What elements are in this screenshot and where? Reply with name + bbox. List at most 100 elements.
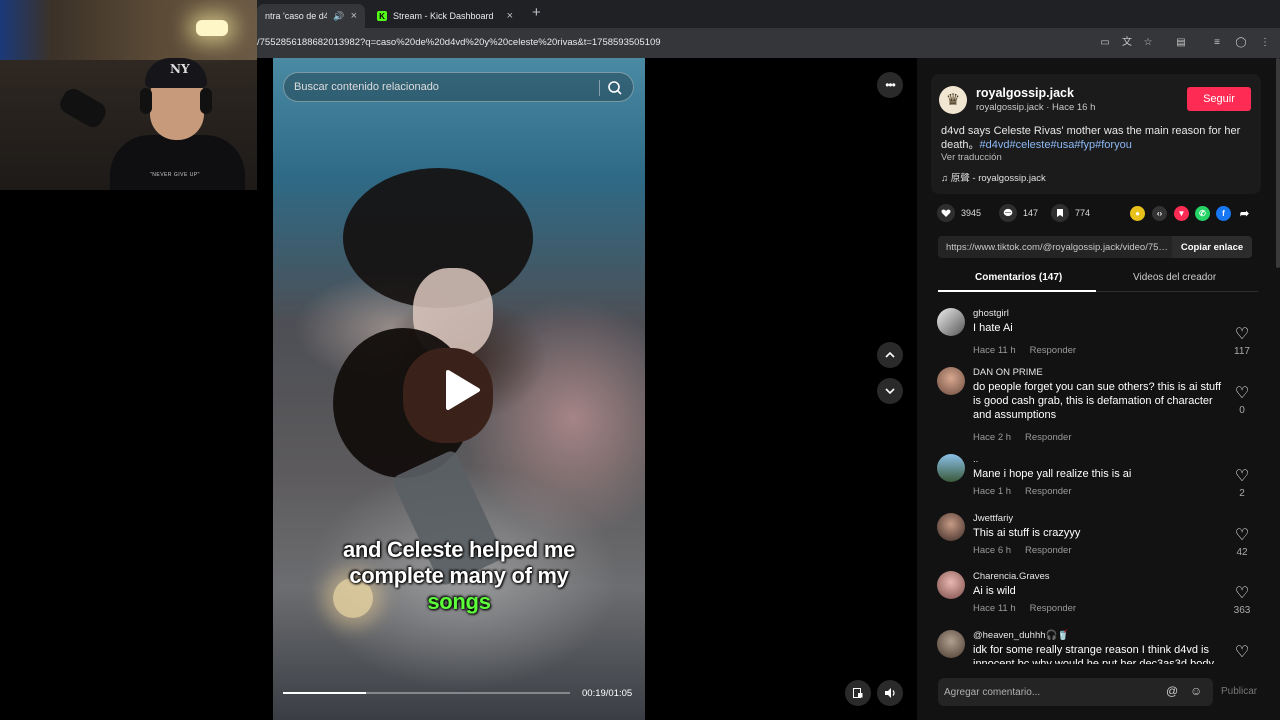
bookmark-star-icon[interactable]: ☆ xyxy=(1142,37,1154,49)
more-menu-icon[interactable]: ⋮ xyxy=(1259,37,1271,49)
progress-bar[interactable] xyxy=(283,692,570,694)
comment-like[interactable]: ♡1 xyxy=(1227,642,1257,664)
comment-time: Hace 1 h xyxy=(973,486,1012,497)
heart-outline-icon: ♡ xyxy=(1234,527,1250,544)
page-scrollbar[interactable] xyxy=(1276,58,1280,268)
search-divider xyxy=(599,80,600,96)
commenter-avatar[interactable] xyxy=(937,571,965,599)
publish-button[interactable]: Publicar xyxy=(1221,686,1257,697)
commenter-name[interactable]: Charencia.Graves xyxy=(973,571,1050,582)
search-icon[interactable] xyxy=(606,79,624,97)
comment-list: ghostgirl I hate Ai Hace 11 h Responder ♡… xyxy=(917,304,1280,664)
bookmark-icon xyxy=(1051,204,1069,222)
heart-outline-icon: ♡ xyxy=(1234,326,1250,343)
close-tab-icon[interactable]: × xyxy=(351,10,357,22)
reply-link[interactable]: Responder xyxy=(1025,545,1071,556)
comment-like-count: 2 xyxy=(1239,488,1245,499)
follow-button[interactable]: Seguir xyxy=(1187,87,1251,111)
comment-like[interactable]: ♡ 117 xyxy=(1227,324,1257,357)
heart-outline-icon: ♡ xyxy=(1234,385,1250,402)
translate-icon[interactable]: 文 xyxy=(1121,37,1133,49)
comment-like[interactable]: ♡ 363 xyxy=(1227,583,1257,616)
commenter-avatar[interactable] xyxy=(937,454,965,482)
emoji-icon[interactable]: ☺ xyxy=(1190,684,1202,698)
floating-player-button[interactable] xyxy=(845,680,871,706)
comment-like[interactable]: ♡ 0 xyxy=(1227,383,1257,416)
sidepanel-icon[interactable]: ▤ xyxy=(1175,37,1187,49)
reply-link[interactable]: Responder xyxy=(1030,603,1076,614)
pip-icon xyxy=(853,688,863,698)
hashtags[interactable]: #d4vd#celeste#usa#fyp#foryou xyxy=(980,139,1132,151)
profile-icon[interactable]: ◯ xyxy=(1235,37,1247,49)
like-stat[interactable]: 3945 xyxy=(937,204,981,222)
comment-stat[interactable]: 147 xyxy=(999,204,1038,222)
save-stat[interactable]: 774 xyxy=(1051,204,1090,222)
commenter-name[interactable]: DAN ON PRIME xyxy=(973,367,1043,378)
reply-link[interactable]: Responder xyxy=(1025,486,1071,497)
commenter-name[interactable]: ghostgirl xyxy=(973,308,1009,319)
copy-link-button[interactable]: Copiar enlace xyxy=(1172,236,1252,258)
address-bar[interactable]: /7552856188682013982?q=caso%20de%20d4vd%… xyxy=(257,28,1280,58)
comment-meta: Hace 2 h Responder xyxy=(973,432,1086,443)
commenter-avatar[interactable] xyxy=(937,513,965,541)
like-count: 3945 xyxy=(961,208,982,218)
facebook-icon[interactable]: f xyxy=(1216,206,1231,221)
play-icon[interactable] xyxy=(442,368,482,412)
link-row: https://www.tiktok.com/@royalgossip.jack… xyxy=(938,236,1252,258)
commenter-name[interactable]: .. xyxy=(973,454,978,465)
creator-handle: royalgossip.jack xyxy=(976,102,1044,113)
comment-input[interactable] xyxy=(944,678,1154,706)
tab-creator-videos[interactable]: Videos del creador xyxy=(1133,272,1216,283)
whatsapp-icon[interactable]: ✆ xyxy=(1195,206,1210,221)
cast-icon[interactable]: ▭ xyxy=(1099,37,1111,49)
comment-meta: Hace 11 h Responder xyxy=(973,345,1090,356)
commenter-avatar[interactable] xyxy=(937,630,965,658)
previous-video-button[interactable] xyxy=(877,342,903,368)
shirt-text: "NEVER GIVE UP" xyxy=(150,172,200,178)
creator-avatar[interactable]: ♛ xyxy=(939,86,967,114)
comment-meta: Hace 1 h Responder xyxy=(973,486,1086,497)
music-link[interactable]: ♫ 原聲 - royalgossip.jack xyxy=(941,170,1046,184)
comment-text: Mane i hope yall realize this is ai xyxy=(973,468,1132,480)
commenter-name[interactable]: Jwettfariy xyxy=(973,513,1013,524)
close-tab-icon[interactable]: × xyxy=(507,10,513,22)
url-text[interactable]: /7552856188682013982?q=caso%20de%20d4vd%… xyxy=(257,37,661,48)
volume-button[interactable] xyxy=(877,680,903,706)
new-tab-button[interactable]: + xyxy=(532,4,541,21)
reply-link[interactable]: Responder xyxy=(1030,345,1076,356)
comment-item: @heaven_duhhh🎧🥤 idk for some really stra… xyxy=(937,630,1257,664)
more-options-button[interactable]: ••• xyxy=(877,72,903,98)
share-arrow-icon[interactable]: ➦ xyxy=(1237,206,1252,221)
comment-like[interactable]: ♡ 42 xyxy=(1227,525,1257,558)
commenter-name[interactable]: @heaven_duhhh🎧🥤 xyxy=(973,630,1069,641)
coin-share-icon[interactable]: ● xyxy=(1130,206,1145,221)
creator-subline: royalgossip.jack · Hace 16 h xyxy=(976,102,1095,113)
commenter-avatar[interactable] xyxy=(937,367,965,395)
next-video-button[interactable] xyxy=(877,378,903,404)
panel-tabs: Comentarios (147) Videos del creador xyxy=(938,268,1258,292)
browser-tab-bar: ntra 'caso de d4vd 🔊 × K Stream - Kick D… xyxy=(257,0,1280,28)
creator-username[interactable]: royalgossip.jack xyxy=(976,86,1074,100)
search-input[interactable] xyxy=(294,73,594,101)
tab-kick-dashboard[interactable]: K Stream - Kick Dashboard × xyxy=(369,4,521,28)
comment-like[interactable]: ♡ 2 xyxy=(1227,466,1257,499)
mention-icon[interactable]: @ xyxy=(1166,684,1178,698)
tab-comments[interactable]: Comentarios (147) xyxy=(975,272,1062,283)
engagement-row: 3945 147 774 ● ‹› ▼ ✆ f ➦ xyxy=(937,204,1267,224)
translate-link[interactable]: Ver traducción xyxy=(941,152,1002,163)
comment-like-count: 363 xyxy=(1233,605,1251,616)
video-link[interactable]: https://www.tiktok.com/@royalgossip.jack… xyxy=(946,242,1168,253)
tab-tiktok[interactable]: ntra 'caso de d4vd 🔊 × xyxy=(257,4,365,28)
media-control-icon[interactable]: ≡ xyxy=(1211,37,1223,49)
post-time: Hace 16 h xyxy=(1052,102,1096,113)
comment-meta: Hace 11 h Responder xyxy=(973,603,1090,614)
comment-text: I hate Ai xyxy=(973,322,1013,334)
commenter-avatar[interactable] xyxy=(937,308,965,336)
comment-text: Ai is wild xyxy=(973,585,1016,597)
heart-outline-icon: ♡ xyxy=(1234,585,1250,602)
reply-link[interactable]: Responder xyxy=(1025,432,1071,443)
embed-code-icon[interactable]: ‹› xyxy=(1152,206,1167,221)
send-friend-icon[interactable]: ▼ xyxy=(1174,206,1189,221)
headphone-right xyxy=(200,88,212,114)
comment-count: 147 xyxy=(1023,208,1039,218)
